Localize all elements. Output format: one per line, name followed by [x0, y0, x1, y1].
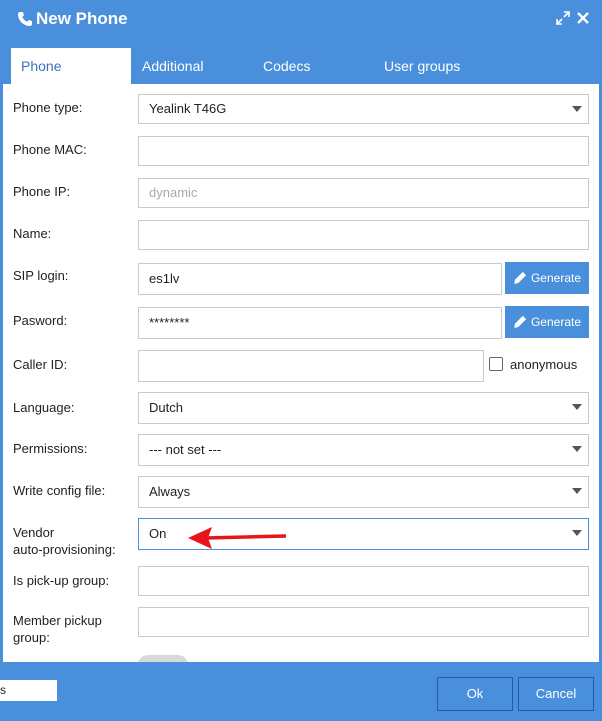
pencil-icon — [514, 271, 527, 284]
sip-login-input[interactable]: es1lv — [138, 263, 502, 295]
vendor-autoprov-label: Vendor auto-provisioning: — [13, 524, 116, 558]
expand-icon[interactable] — [555, 10, 571, 26]
anonymous-label: anonymous — [510, 357, 578, 372]
language-value: Dutch — [149, 400, 183, 415]
vendor-autoprov-label-line1: Vendor — [13, 525, 55, 540]
phone-mac-input[interactable] — [138, 136, 589, 166]
write-config-label: Write config file: — [13, 483, 106, 498]
close-icon[interactable] — [575, 10, 591, 26]
password-input[interactable]: ******** — [138, 307, 502, 339]
member-pickup-label-line2: group: — [13, 630, 50, 645]
chevron-down-icon — [572, 530, 582, 536]
phone-ip-input[interactable]: dynamic — [138, 178, 589, 208]
pickup-group-input[interactable] — [138, 566, 589, 596]
write-config-value: Always — [149, 484, 191, 499]
dialog-footer: Ok Cancel — [0, 662, 602, 721]
permissions-label: Permissions: — [13, 441, 88, 456]
caller-id-row: Caller ID: anonymous — [3, 349, 599, 382]
dialog-titlebar: New Phone — [0, 0, 602, 44]
phone-icon — [18, 12, 32, 26]
chevron-down-icon — [572, 404, 582, 410]
phone-type-value: Yealink T46G — [149, 101, 227, 116]
partial-toggle-switch[interactable] — [138, 655, 188, 662]
tab-additional[interactable]: Additional — [142, 48, 204, 84]
pencil-icon — [514, 315, 527, 328]
tab-phone[interactable]: Phone — [11, 48, 131, 84]
dialog-title: New Phone — [17, 9, 128, 29]
write-config-select[interactable]: Always — [138, 476, 589, 508]
generate-password-label: Generate — [530, 315, 582, 329]
phone-ip-label: Phone IP: — [13, 184, 71, 199]
form-body: Phone type: Yealink T46G Phone MAC: Phon… — [3, 84, 599, 662]
member-pickup-label: Member pickup group: — [13, 612, 102, 646]
permissions-value: --- not set --- — [149, 442, 222, 457]
background-page-fragment: s — [0, 680, 57, 701]
name-input[interactable] — [138, 220, 589, 250]
tab-user-groups[interactable]: User groups — [384, 48, 460, 84]
vendor-autoprov-label-line2: auto-provisioning: — [13, 542, 116, 557]
generate-sip-login-label: Generate — [530, 271, 582, 285]
sip-login-label: SIP login: — [13, 268, 69, 283]
name-label: Name: — [13, 226, 52, 241]
chevron-down-icon — [572, 488, 582, 494]
vendor-autoprov-value: On — [149, 526, 167, 541]
caller-id-input[interactable] — [138, 350, 484, 382]
anonymous-checkbox[interactable] — [489, 357, 503, 371]
member-pickup-label-line1: Member pickup — [13, 613, 102, 628]
phone-type-select[interactable]: Yealink T46G — [138, 94, 589, 124]
member-pickup-input[interactable] — [138, 607, 589, 637]
language-select[interactable]: Dutch — [138, 392, 589, 424]
tab-codecs[interactable]: Codecs — [263, 48, 310, 84]
vendor-autoprov-select[interactable]: On — [138, 518, 589, 550]
phone-type-label: Phone type: — [13, 100, 83, 115]
phone-mac-label: Phone MAC: — [13, 142, 87, 157]
language-label: Language: — [13, 400, 75, 415]
cancel-button[interactable]: Cancel — [518, 677, 594, 711]
permissions-select[interactable]: --- not set --- — [138, 434, 589, 466]
chevron-down-icon — [572, 446, 582, 452]
pickup-group-label: Is pick-up group: — [13, 573, 110, 588]
password-label: Pasword: — [13, 313, 68, 328]
tab-bar: Phone Additional Codecs User groups — [0, 48, 602, 84]
chevron-down-icon — [572, 106, 582, 112]
generate-password-button[interactable]: Generate — [505, 306, 589, 338]
ok-button[interactable]: Ok — [437, 677, 513, 711]
dialog-title-text: New Phone — [36, 9, 128, 28]
caller-id-label: Caller ID: — [13, 357, 68, 372]
generate-sip-login-button[interactable]: Generate — [505, 262, 589, 294]
